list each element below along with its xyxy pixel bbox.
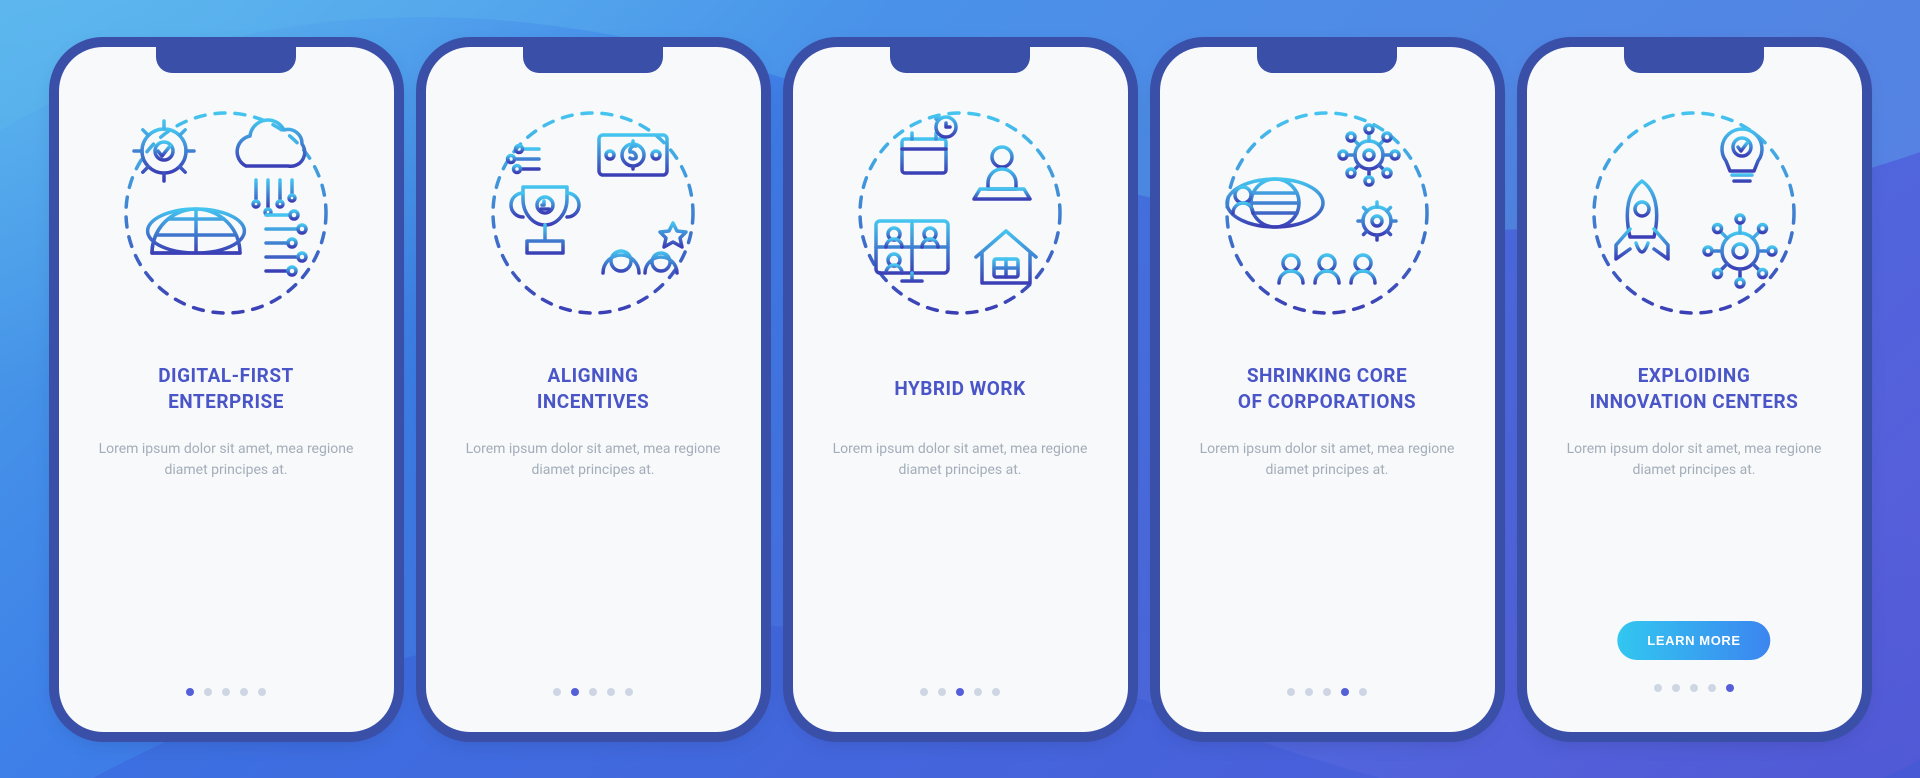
- onboarding-card-4: SHRINKING CORE OF CORPORATIONS Lorem ips…: [1160, 47, 1495, 732]
- dot[interactable]: [1287, 688, 1295, 696]
- onboarding-card-1: DIGITAL-FIRST ENTERPRISE Lorem ipsum dol…: [59, 47, 394, 732]
- dot[interactable]: [956, 688, 964, 696]
- phone-notch: [156, 47, 296, 73]
- dot[interactable]: [589, 688, 597, 696]
- card-title: ALIGNING INCENTIVES: [537, 363, 649, 415]
- dot[interactable]: [1690, 684, 1698, 692]
- onboarding-card-2: ALIGNING INCENTIVES Lorem ipsum dolor si…: [426, 47, 761, 732]
- pagination-dots: [186, 688, 266, 702]
- learn-more-button[interactable]: LEARN MORE: [1617, 621, 1770, 660]
- dot[interactable]: [1305, 688, 1313, 696]
- dot[interactable]: [607, 688, 615, 696]
- dot[interactable]: [1359, 688, 1367, 696]
- dot[interactable]: [258, 688, 266, 696]
- dot[interactable]: [1323, 688, 1331, 696]
- card-body: Lorem ipsum dolor sit amet, mea regione …: [452, 439, 735, 482]
- dot[interactable]: [1672, 684, 1680, 692]
- onboarding-card-3: HYBRID WORK Lorem ipsum dolor sit amet, …: [793, 47, 1128, 732]
- network-gear-globe-icon: [1217, 103, 1437, 323]
- dot[interactable]: [1341, 688, 1349, 696]
- globe-gear-cloud-icon: [116, 103, 336, 323]
- phone-notch: [1624, 47, 1764, 73]
- dot[interactable]: [571, 688, 579, 696]
- card-title: DIGITAL-FIRST ENTERPRISE: [158, 363, 294, 415]
- pagination-dots: [920, 688, 1000, 702]
- pagination-dots: [1287, 688, 1367, 702]
- rocket-bulb-gear-icon: [1584, 103, 1804, 323]
- dot[interactable]: [1654, 684, 1662, 692]
- pagination-dots: [553, 688, 633, 702]
- card-body: Lorem ipsum dolor sit amet, mea regione …: [819, 439, 1102, 482]
- dot[interactable]: [974, 688, 982, 696]
- dot[interactable]: [222, 688, 230, 696]
- onboarding-card-5: EXPLOIDING INNOVATION CENTERS Lorem ipsu…: [1527, 47, 1862, 732]
- card-title: EXPLOIDING INNOVATION CENTERS: [1590, 363, 1799, 415]
- dot[interactable]: [920, 688, 928, 696]
- dot[interactable]: [992, 688, 1000, 696]
- phone-notch: [523, 47, 663, 73]
- pagination-dots: [1654, 684, 1734, 698]
- phone-notch: [1257, 47, 1397, 73]
- card-title: HYBRID WORK: [894, 363, 1025, 415]
- dot[interactable]: [1708, 684, 1716, 692]
- card-body: Lorem ipsum dolor sit amet, mea regione …: [1186, 439, 1469, 482]
- dot[interactable]: [186, 688, 194, 696]
- dot[interactable]: [1726, 684, 1734, 692]
- phones-row: DIGITAL-FIRST ENTERPRISE Lorem ipsum dol…: [0, 0, 1920, 778]
- card-body: Lorem ipsum dolor sit amet, mea regione …: [1553, 439, 1836, 482]
- dot[interactable]: [240, 688, 248, 696]
- laptop-home-video-icon: [850, 103, 1070, 323]
- dot[interactable]: [204, 688, 212, 696]
- card-body: Lorem ipsum dolor sit amet, mea regione …: [85, 439, 368, 482]
- dot[interactable]: [553, 688, 561, 696]
- trophy-money-people-icon: [483, 103, 703, 323]
- phone-notch: [890, 47, 1030, 73]
- card-title: SHRINKING CORE OF CORPORATIONS: [1238, 363, 1416, 415]
- dot[interactable]: [625, 688, 633, 696]
- dot[interactable]: [938, 688, 946, 696]
